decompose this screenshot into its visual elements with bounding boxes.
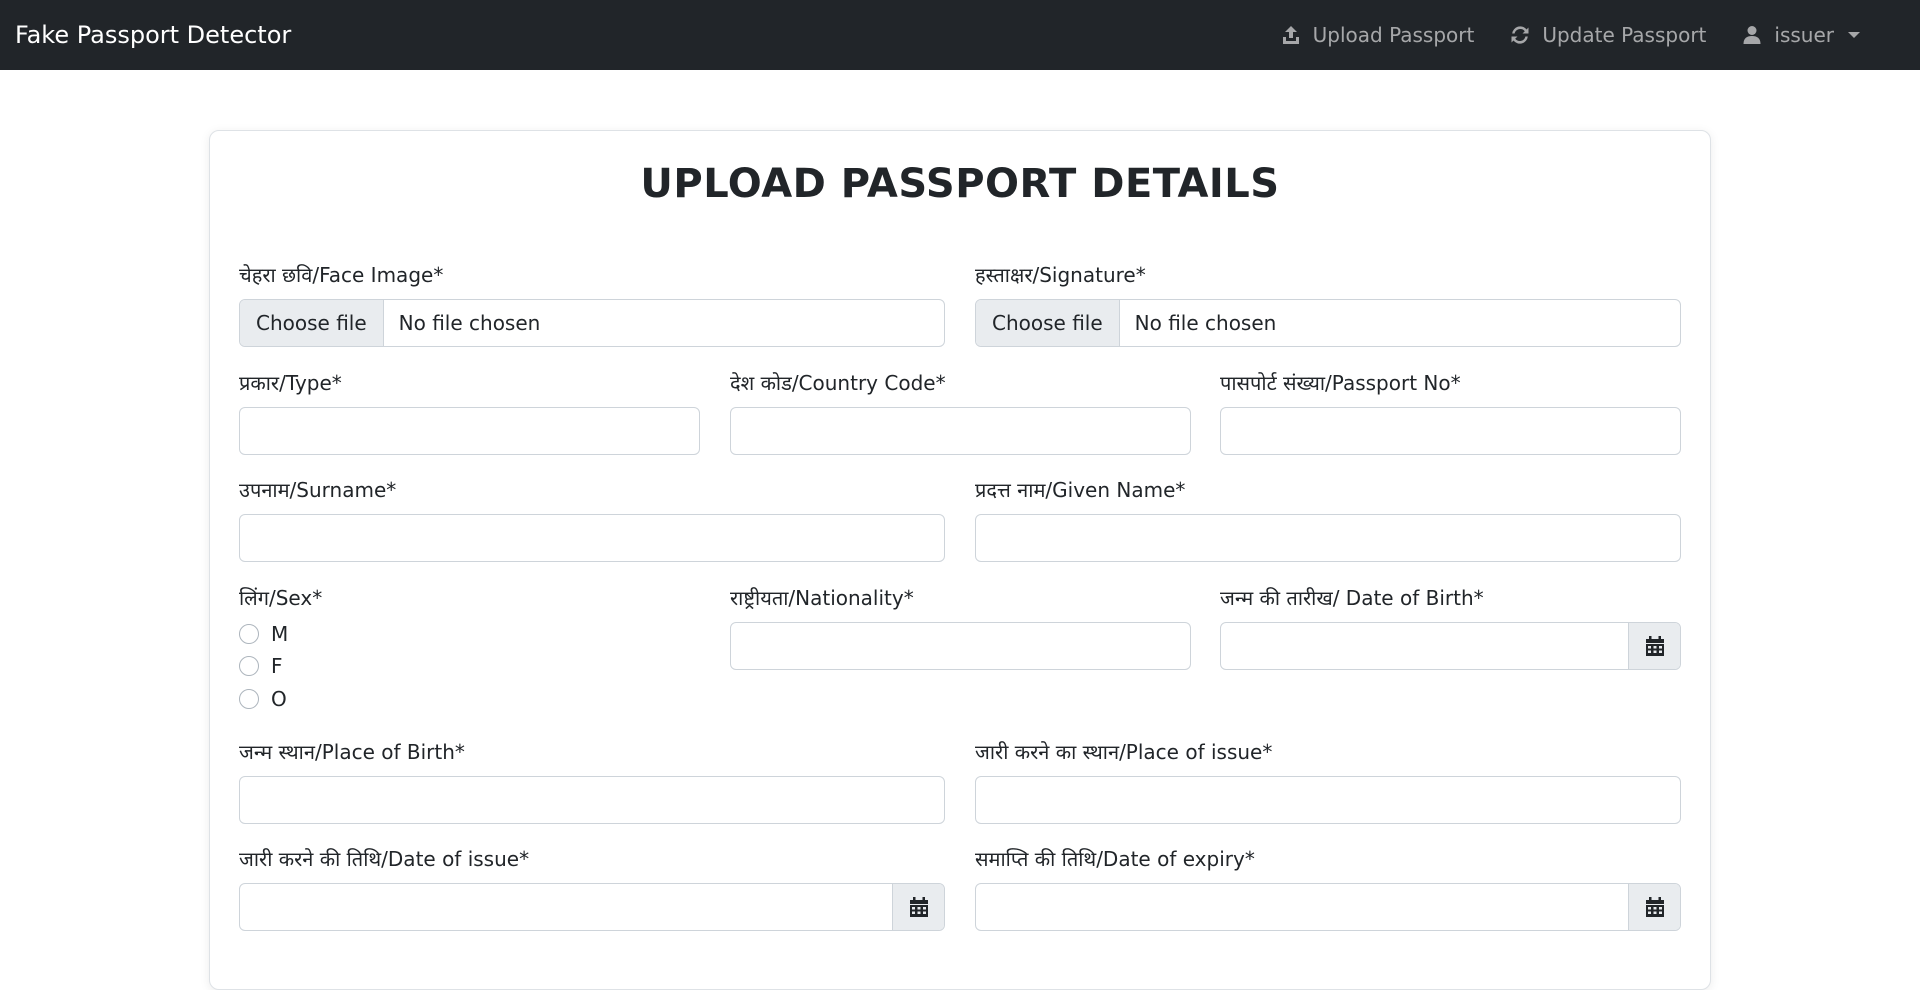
date-of-issue-calendar-button[interactable] [892, 884, 944, 930]
chevron-down-icon [1848, 32, 1860, 38]
place-of-issue-input[interactable] [975, 776, 1681, 824]
place-of-issue-group: जारी करने का स्थान/Place of issue* [975, 738, 1681, 824]
date-of-issue-text[interactable] [240, 884, 892, 930]
country-code-input[interactable] [730, 407, 1191, 455]
given-name-label: प्रदत्त नाम/Given Name* [975, 478, 1186, 502]
face-image-group: चेहरा छवि/Face Image* Choose file No fil… [239, 261, 945, 347]
signature-group: हस्ताक्षर/Signature* Choose file No file… [975, 261, 1681, 347]
type-group: प्रकार/Type* [239, 369, 700, 455]
place-of-birth-group: जन्म स्थान/Place of Birth* [239, 738, 945, 824]
signature-file-input[interactable]: Choose file No file chosen [975, 299, 1681, 347]
date-of-expiry-text[interactable] [976, 884, 1628, 930]
type-label: प्रकार/Type* [239, 371, 342, 395]
dob-input[interactable] [1220, 622, 1681, 670]
face-image-label: चेहरा छवि/Face Image* [239, 263, 444, 287]
sex-option-f[interactable]: F [239, 654, 283, 678]
place-of-birth-label: जन्म स्थान/Place of Birth* [239, 740, 465, 764]
given-name-input[interactable] [975, 514, 1681, 562]
dob-label: जन्म की तारीख/ Date of Birth* [1220, 586, 1484, 610]
calendar-icon [1645, 897, 1664, 917]
sex-group: लिंग/Sex* M F O [239, 584, 700, 724]
date-of-expiry-label: समाप्ति की तिथि/Date of expiry* [975, 847, 1255, 871]
user-dropdown[interactable]: issuer [1742, 23, 1860, 47]
date-of-issue-label: जारी करने की तिथि/Date of issue* [239, 847, 530, 871]
face-image-file-status: No file chosen [398, 311, 541, 335]
refresh-icon [1511, 26, 1529, 44]
nationality-input[interactable] [730, 622, 1191, 670]
date-of-issue-input[interactable] [239, 883, 945, 931]
page-title: UPLOAD PASSPORT DETAILS [640, 161, 1280, 207]
country-code-label: देश कोड/Country Code* [730, 371, 946, 395]
calendar-icon [909, 897, 928, 917]
sex-radio-o[interactable] [239, 689, 259, 709]
place-of-birth-input[interactable] [239, 776, 945, 824]
user-name: issuer [1774, 23, 1834, 47]
passport-no-label: पासपोर्ट संख्या/Passport No* [1220, 371, 1461, 395]
nationality-group: राष्ट्रीयता/Nationality* [730, 584, 1191, 670]
signature-file-status: No file chosen [1134, 311, 1277, 335]
face-image-file-input[interactable]: Choose file No file chosen [239, 299, 945, 347]
face-image-choose-button[interactable]: Choose file [240, 300, 384, 346]
given-name-group: प्रदत्त नाम/Given Name* [975, 476, 1681, 562]
dob-group: जन्म की तारीख/ Date of Birth* [1220, 584, 1681, 670]
nationality-label: राष्ट्रीयता/Nationality* [730, 586, 914, 610]
brand-title[interactable]: Fake Passport Detector [15, 21, 291, 49]
upload-passport-label: Upload Passport [1312, 23, 1475, 47]
sex-radio-m[interactable] [239, 624, 259, 644]
sex-option-o[interactable]: O [239, 687, 287, 711]
place-of-issue-label: जारी करने का स्थान/Place of issue* [975, 740, 1273, 764]
top-navbar: Fake Passport Detector Upload Passport U… [0, 0, 1920, 70]
sex-label: लिंग/Sex* [239, 586, 323, 610]
upload-icon [1282, 26, 1299, 44]
nav-links: Upload Passport Update Passport issuer [1245, 0, 1905, 70]
sex-option-m[interactable]: M [239, 622, 288, 646]
date-of-issue-group: जारी करने की तिथि/Date of issue* [239, 845, 945, 931]
type-input[interactable] [239, 407, 700, 455]
surname-label: उपनाम/Surname* [239, 478, 397, 502]
update-passport-label: Update Passport [1542, 23, 1707, 47]
date-of-expiry-group: समाप्ति की तिथि/Date of expiry* [975, 845, 1681, 931]
update-passport-link[interactable]: Update Passport [1510, 23, 1706, 47]
dob-text[interactable] [1221, 623, 1628, 669]
surname-group: उपनाम/Surname* [239, 476, 945, 562]
passport-no-group: पासपोर्ट संख्या/Passport No* [1220, 369, 1681, 455]
country-code-group: देश कोड/Country Code* [730, 369, 1191, 455]
date-of-expiry-input[interactable] [975, 883, 1681, 931]
sex-option-label: F [271, 654, 283, 678]
sex-option-label: O [271, 687, 287, 711]
upload-form-card: UPLOAD PASSPORT DETAILS चेहरा छवि/Face I… [209, 130, 1711, 990]
upload-passport-link[interactable]: Upload Passport [1281, 23, 1475, 47]
signature-label: हस्ताक्षर/Signature* [975, 263, 1146, 287]
sex-radio-f[interactable] [239, 656, 259, 676]
dob-calendar-button[interactable] [1628, 623, 1680, 669]
user-icon [1743, 26, 1761, 44]
surname-input[interactable] [239, 514, 945, 562]
date-of-expiry-calendar-button[interactable] [1628, 884, 1680, 930]
sex-option-label: M [271, 622, 289, 646]
calendar-icon [1645, 636, 1664, 656]
passport-no-input[interactable] [1220, 407, 1681, 455]
signature-choose-button[interactable]: Choose file [976, 300, 1120, 346]
